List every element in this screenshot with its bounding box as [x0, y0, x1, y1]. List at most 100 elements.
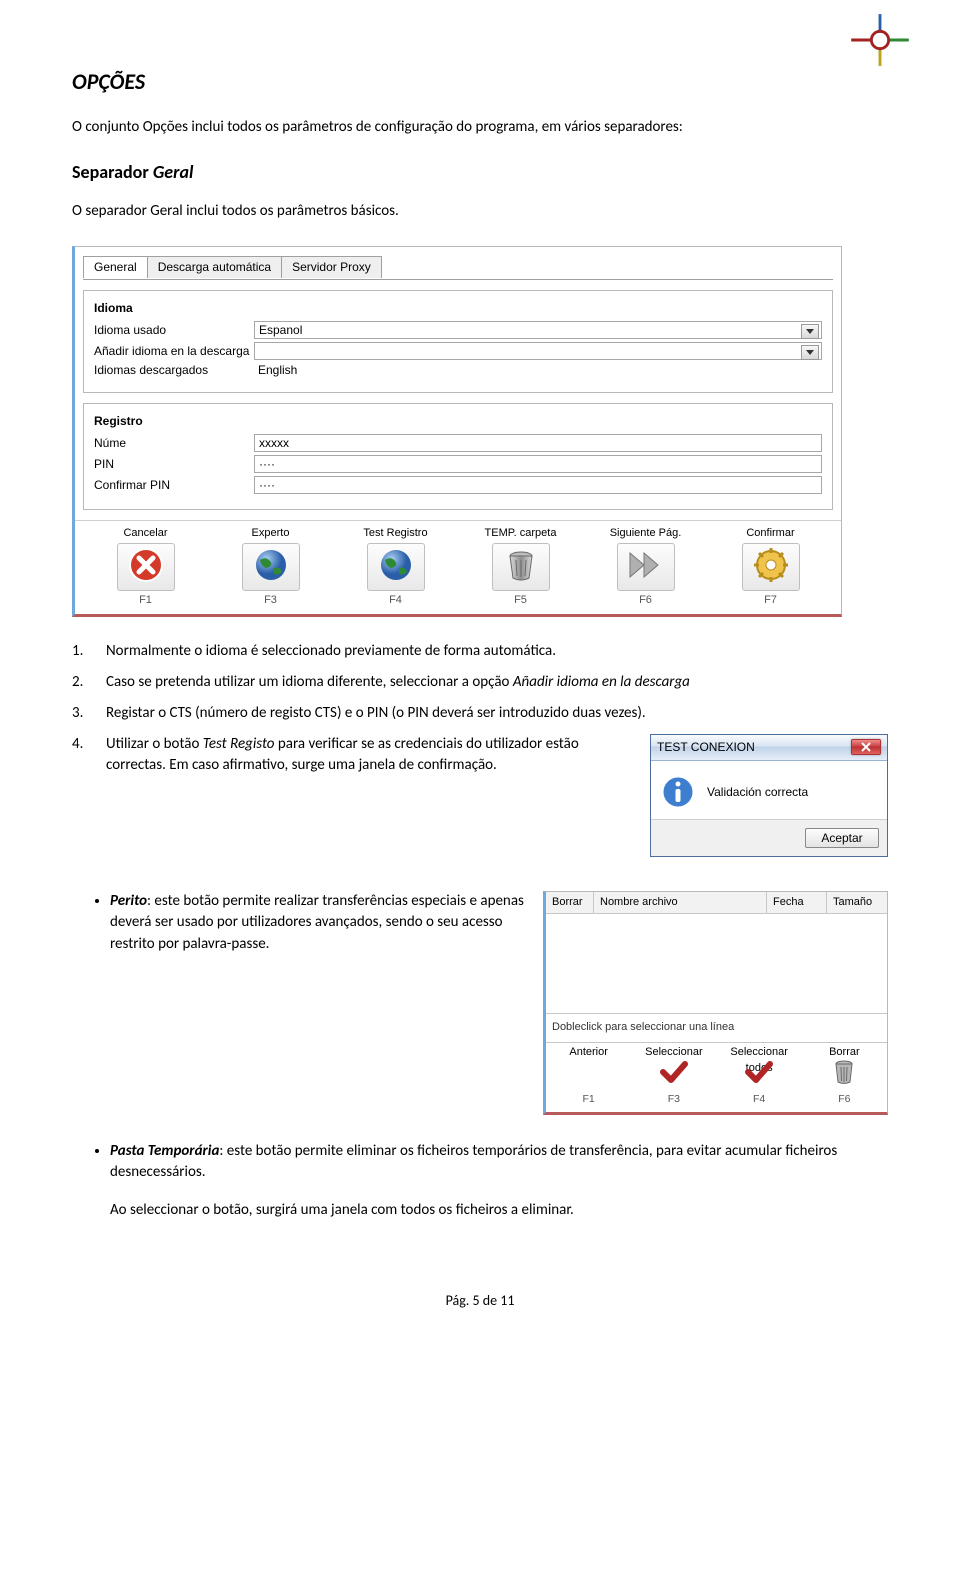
btn-experto[interactable]: Experto F3 — [208, 527, 333, 606]
group-idioma-title: Idioma — [94, 301, 822, 315]
bullet-perito-text: : este botão permite realizar transferên… — [110, 892, 524, 954]
bullet-pasta-p2: Ao seleccionar o botão, surgirá uma jane… — [110, 1200, 888, 1222]
page-footer: Pág. 5 de 11 — [72, 1292, 888, 1309]
input-pin-value: ···· — [259, 456, 275, 472]
input-confirm-pin-value: ···· — [259, 477, 275, 493]
list-text-3: Registar o CTS (número de registo CTS) e… — [106, 703, 646, 724]
input-nume-value: xxxxx — [259, 435, 289, 451]
trash-icon — [832, 1059, 856, 1091]
select-anadir-idioma[interactable] — [254, 342, 822, 360]
table-header: Borrar Nombre archivo Fecha Tamaño — [546, 892, 887, 915]
value-idiomas-descargados: English — [254, 363, 822, 377]
trash-icon — [502, 546, 540, 587]
close-icon[interactable] — [851, 739, 881, 755]
input-nume[interactable]: xxxxx — [254, 434, 822, 452]
list-num-3: 3. — [72, 703, 106, 724]
tbtn-seleccionar[interactable]: Seleccionar F3 — [631, 1043, 716, 1111]
page-title: OPÇÕES — [72, 68, 888, 95]
btn-temp-carpeta-fkey: F5 — [458, 594, 583, 606]
list-text-4-a: Utilizar o botão — [106, 735, 203, 753]
label-idioma-usado: Idioma usado — [94, 323, 254, 337]
list-item-4-wrap: TEST CONEXION Validación correcta Acepta… — [72, 734, 888, 865]
next-icon — [626, 549, 666, 584]
label-confirm-pin: Confirmar PIN — [94, 478, 254, 492]
input-pin[interactable]: ···· — [254, 455, 822, 473]
dialog-button-bar: Cancelar F1 Experto F3 Test Registro F4 … — [75, 520, 841, 614]
btn-siguiente-fkey: F6 — [583, 594, 708, 606]
select-idioma-usado[interactable]: Espanol — [254, 321, 822, 339]
tab-descarga[interactable]: Descarga automática — [147, 256, 282, 278]
separador-intro: O separador Geral inclui todos os parâme… — [72, 201, 888, 221]
bullet-perito-bold: Perito — [110, 892, 147, 910]
btn-test-registro[interactable]: Test Registro F4 — [333, 527, 458, 606]
bullet-list: Borrar Nombre archivo Fecha Tamaño Doble… — [72, 891, 888, 1222]
list-item-4: 4. Utilizar o botão Test Registo para ve… — [72, 734, 638, 776]
btn-cancelar[interactable]: Cancelar F1 — [83, 527, 208, 606]
btn-confirmar-label: Confirmar — [708, 527, 833, 541]
btn-experto-fkey: F3 — [208, 594, 333, 606]
tbtn-seleccionar-fkey: F3 — [631, 1092, 716, 1107]
col-tamano[interactable]: Tamaño — [827, 892, 887, 914]
tabs-bar: General Descarga automática Servidor Pro… — [75, 247, 841, 279]
globe-icon — [377, 546, 415, 587]
dialog-title: TEST CONEXION — [657, 740, 755, 754]
label-anadir-idioma: Añadir idioma en la descarga — [94, 344, 254, 358]
group-idioma: Idioma Idioma usado Espanol Añadir idiom… — [83, 290, 833, 393]
bullet-pasta-bold: Pasta Temporária — [110, 1142, 219, 1160]
col-borrar[interactable]: Borrar — [546, 892, 594, 914]
tbtn-anterior[interactable]: Anterior F1 — [546, 1043, 631, 1111]
tbtn-borrar[interactable]: Borrar F6 — [802, 1043, 887, 1111]
table-body-empty — [546, 914, 887, 1014]
dialog-titlebar: TEST CONEXION — [651, 735, 887, 761]
btn-confirmar[interactable]: Confirmar F7 — [708, 527, 833, 606]
label-nume: Núme — [94, 436, 254, 450]
gear-icon — [752, 546, 790, 587]
intro-paragraph: O conjunto Opções inclui todos os parâme… — [72, 117, 888, 137]
bullet-pasta-text: : este botão permite eliminar os ficheir… — [110, 1142, 837, 1182]
list-item-1: 1. Normalmente o idioma é seleccionado p… — [72, 641, 888, 662]
section-heading: Separador Geral — [72, 161, 888, 183]
list-num-2: 2. — [72, 672, 106, 693]
btn-siguiente-label: Siguiente Pág. — [583, 527, 708, 541]
temp-button-bar: Anterior F1 Seleccionar F3 Seleccionar t… — [546, 1042, 887, 1111]
options-dialog-screenshot: General Descarga automática Servidor Pro… — [72, 246, 842, 617]
dialog-message: Validación correcta — [707, 785, 808, 799]
tbtn-seleccionar-label: Seleccionar — [631, 1045, 716, 1058]
select-idioma-usado-value: Espanol — [259, 322, 302, 338]
btn-temp-carpeta[interactable]: TEMP. carpeta F5 — [458, 527, 583, 606]
col-fecha[interactable]: Fecha — [767, 892, 827, 914]
tbtn-seleccionar-todos[interactable]: Seleccionar todos F4 — [717, 1043, 802, 1111]
tbtn-anterior-fkey: F1 — [546, 1092, 631, 1107]
globe-icon — [252, 546, 290, 587]
tab-general[interactable]: General — [83, 256, 148, 278]
tbtn-seleccionar-todos-fkey: F4 — [717, 1092, 802, 1107]
btn-cancelar-fkey: F1 — [83, 594, 208, 606]
list-text-2: Caso se pretenda utilizar um idioma dife… — [106, 672, 690, 693]
confirmation-dialog-screenshot: TEST CONEXION Validación correcta Acepta… — [650, 734, 888, 857]
list-item-3: 3. Registar o CTS (número de registo CTS… — [72, 703, 888, 724]
btn-experto-label: Experto — [208, 527, 333, 541]
check-icon — [660, 1060, 688, 1090]
list-text-4: Utilizar o botão Test Registo para verif… — [106, 734, 638, 776]
cancel-icon — [127, 546, 165, 587]
list-num-1: 1. — [72, 641, 106, 662]
list-text-1: Normalmente o idioma é seleccionado prev… — [106, 641, 556, 662]
blank-icon — [546, 1058, 631, 1092]
list-text-4-italic: Test Registo — [203, 735, 275, 753]
list-num-4: 4. — [72, 734, 106, 776]
table-hint: Dobleclick para seleccionar una línea — [546, 1014, 887, 1042]
tab-proxy[interactable]: Servidor Proxy — [281, 256, 382, 278]
tbtn-anterior-label: Anterior — [546, 1045, 631, 1058]
group-registro-title: Registro — [94, 414, 822, 428]
tbtn-borrar-fkey: F6 — [802, 1092, 887, 1107]
list-text-2-a: Caso se pretenda utilizar um idioma dife… — [106, 673, 513, 691]
col-nombre[interactable]: Nombre archivo — [594, 892, 767, 914]
input-confirm-pin[interactable]: ···· — [254, 476, 822, 494]
corner-logo — [844, 10, 916, 75]
aceptar-button[interactable]: Aceptar — [805, 828, 879, 848]
check-icon — [745, 1060, 773, 1090]
tbtn-seleccionar-todos-label: Seleccionar todos — [717, 1045, 802, 1058]
btn-temp-carpeta-label: TEMP. carpeta — [458, 527, 583, 541]
label-idiomas-descargados: Idiomas descargados — [94, 363, 254, 377]
btn-siguiente[interactable]: Siguiente Pág. F6 — [583, 527, 708, 606]
